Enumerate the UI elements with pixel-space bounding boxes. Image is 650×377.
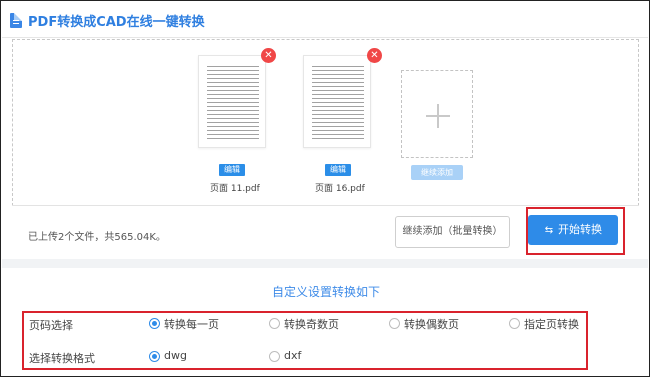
file-thumbnail[interactable]: [198, 55, 266, 148]
edit-button[interactable]: 编辑: [325, 164, 351, 176]
radio-label-odd-pages[interactable]: 转换奇数页: [284, 316, 339, 332]
plus-icon: [437, 104, 439, 128]
radio-every-page[interactable]: [149, 318, 160, 329]
page-title: PDF转换成CAD在线一键转换: [28, 15, 205, 30]
radio-label-every-page[interactable]: 转换每一页: [164, 316, 219, 332]
file-thumbnail[interactable]: [303, 55, 371, 148]
uploaded-info: 已上传2个文件，共565.04K。: [28, 232, 166, 243]
start-convert-button[interactable]: ⇆ 开始转换: [528, 215, 618, 245]
radio-label-dxf[interactable]: dxf: [284, 349, 301, 362]
document-icon: [10, 13, 22, 28]
radio-label-dwg[interactable]: dwg: [164, 349, 187, 362]
page-select-label: 页码选择: [29, 319, 73, 332]
page-frame: PDF转换成CAD在线一键转换 ✕ 编辑 页面 11.pdf ✕ 编辑 页面 1…: [0, 0, 650, 377]
swap-icon: ⇆: [544, 225, 554, 236]
radio-even-pages[interactable]: [389, 318, 400, 329]
pdf-page-preview: [207, 66, 259, 140]
settings-title: 自定义设置转换如下: [271, 285, 380, 299]
radio-specific-pages[interactable]: [509, 318, 520, 329]
continue-add-button[interactable]: 继续添加: [411, 165, 463, 180]
format-select-label: 选择转换格式: [29, 352, 95, 365]
add-file-box[interactable]: [401, 70, 473, 158]
close-icon[interactable]: ✕: [367, 48, 382, 63]
file-name: 页面 11.pdf: [210, 184, 260, 194]
radio-label-even-pages[interactable]: 转换偶数页: [404, 316, 459, 332]
radio-odd-pages[interactable]: [269, 318, 280, 329]
batch-add-button[interactable]: 继续添加（批量转换）: [395, 216, 510, 248]
radio-dwg[interactable]: [149, 351, 160, 362]
start-convert-label: 开始转换: [558, 223, 602, 236]
pdf-page-preview: [312, 66, 364, 140]
header: PDF转换成CAD在线一键转换: [2, 2, 648, 38]
radio-dxf[interactable]: [269, 351, 280, 362]
file-name: 页面 16.pdf: [315, 184, 365, 194]
section-divider: [2, 259, 648, 268]
close-icon[interactable]: ✕: [261, 48, 276, 63]
radio-label-specific-pages[interactable]: 指定页转换: [524, 316, 579, 332]
edit-button[interactable]: 编辑: [219, 164, 245, 176]
